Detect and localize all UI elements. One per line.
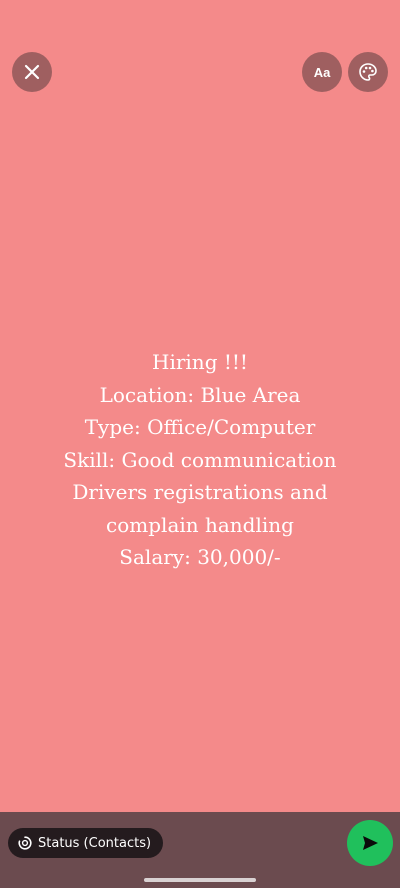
status-line: Type: Office/Computer [84, 415, 316, 439]
text-style-label: Aa [313, 64, 331, 80]
status-canvas[interactable]: Aa Hiring !!! Location: Blue Area Type: … [0, 0, 400, 812]
audience-label: Status (Contacts) [38, 835, 152, 851]
status-line: Location: Blue Area [99, 382, 301, 407]
background-color-button[interactable] [348, 52, 388, 92]
status-line: complain handling [106, 512, 294, 537]
home-indicator[interactable] [144, 878, 256, 882]
status-line: Skill: Good communication [63, 447, 337, 472]
bottom-bar: Status (Contacts) [0, 812, 400, 888]
close-icon [24, 64, 40, 80]
status-ring-icon [18, 836, 32, 850]
palette-icon [359, 63, 377, 81]
status-line: Hiring !!! [152, 350, 248, 374]
close-button[interactable] [12, 52, 52, 92]
text-style-button[interactable]: Aa [302, 52, 342, 92]
send-button[interactable] [347, 820, 393, 866]
status-line: Salary: 30,000/- [119, 545, 281, 569]
send-icon [363, 836, 378, 850]
status-text[interactable]: Hiring !!! Location: Blue Area Type: Off… [20, 346, 380, 574]
status-line: Drivers registrations and [72, 480, 328, 504]
audience-selector[interactable]: Status (Contacts) [8, 828, 164, 858]
